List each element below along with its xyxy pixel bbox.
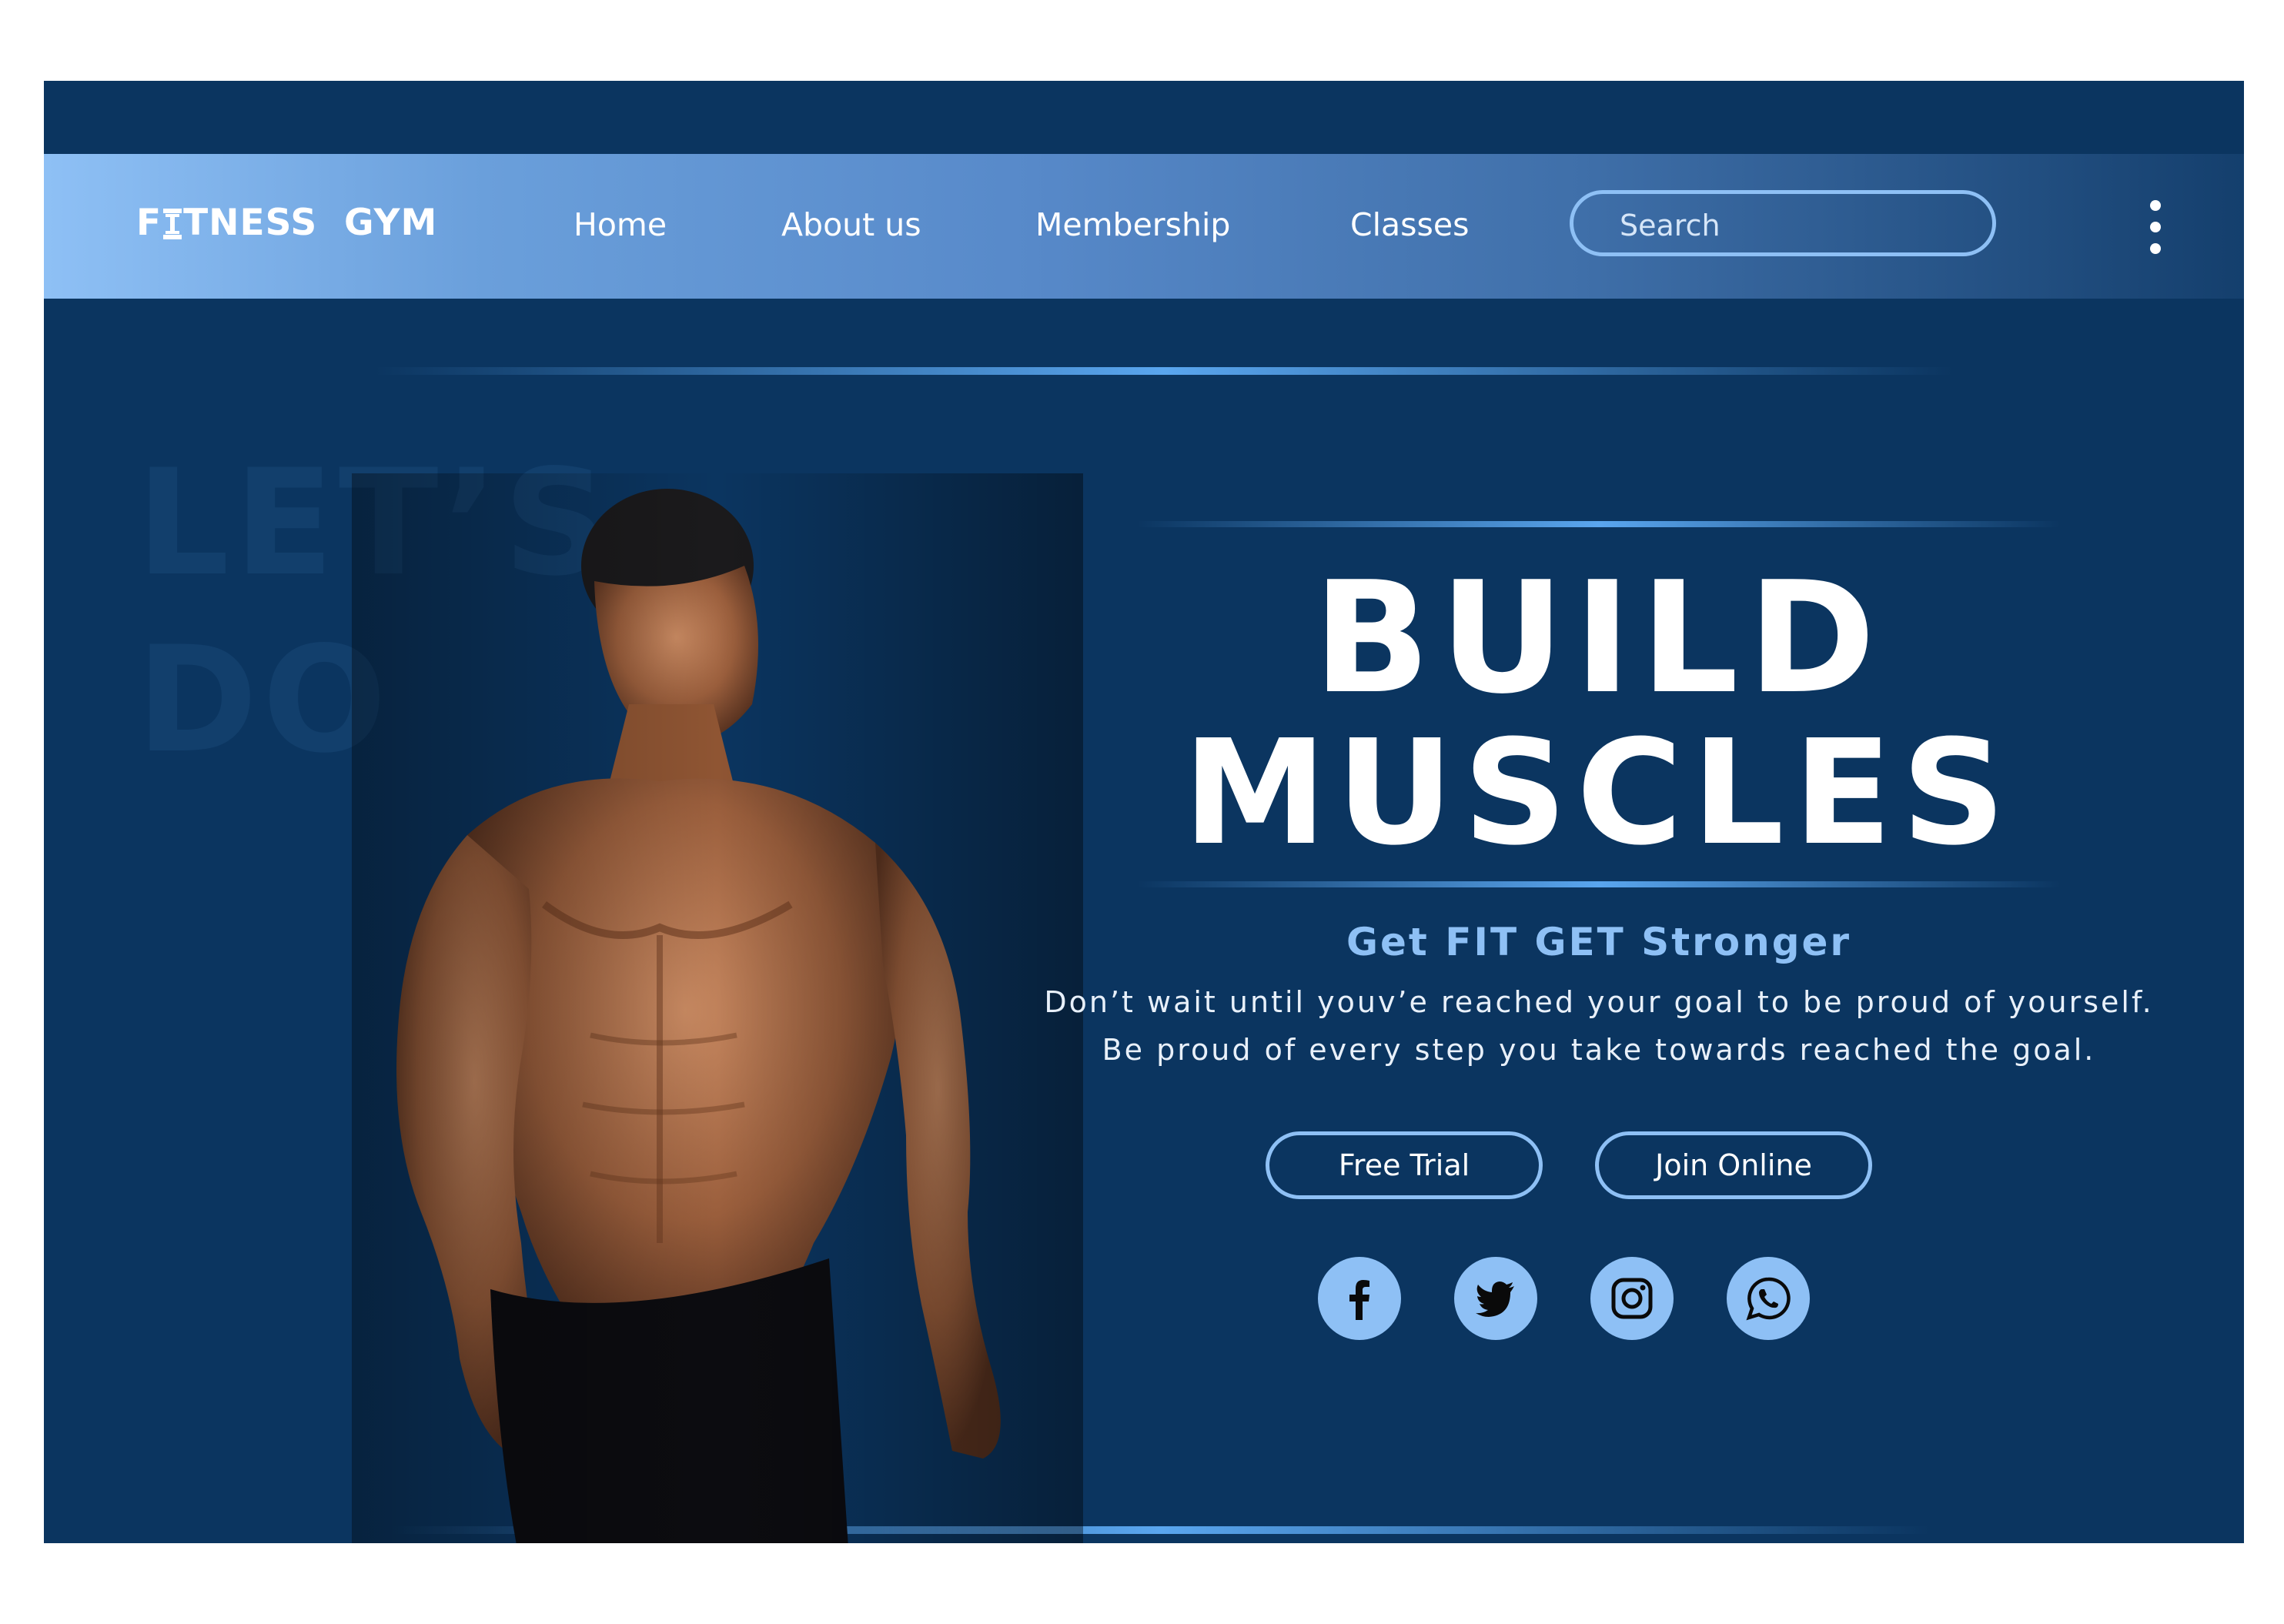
whatsapp-icon[interactable] xyxy=(1727,1257,1810,1340)
headline-line-2: MUSCLES xyxy=(1182,709,2015,877)
free-trial-button[interactable]: Free Trial xyxy=(1266,1131,1543,1199)
join-online-button[interactable]: Join Online xyxy=(1595,1131,1872,1199)
kebab-menu-icon[interactable] xyxy=(2144,200,2167,254)
dumbbell-icon xyxy=(162,206,183,245)
search-input[interactable] xyxy=(1618,208,1975,243)
headline-line-1: BUILD xyxy=(1313,549,1885,728)
nav-link-membership[interactable]: Membership xyxy=(1035,206,1230,243)
landing-page: F TNESS GYM Home About us Membership Cla… xyxy=(44,81,2244,1543)
search-box xyxy=(1570,190,1996,256)
divider-headline-top xyxy=(1137,521,2061,527)
nav-link-home[interactable]: Home xyxy=(574,206,667,243)
twitter-icon[interactable] xyxy=(1454,1257,1537,1340)
instagram-icon[interactable] xyxy=(1590,1257,1674,1340)
nav-link-classes[interactable]: Classes xyxy=(1350,206,1469,243)
description-line-1: Don’t wait until youv’e reached your goa… xyxy=(1044,985,2154,1019)
divider-top xyxy=(375,367,1953,375)
navbar: F TNESS GYM Home About us Membership Cla… xyxy=(44,154,2244,299)
facebook-icon[interactable] xyxy=(1318,1257,1401,1340)
tagline: Get FIT GET Stronger xyxy=(1346,920,1852,964)
divider-headline-bottom xyxy=(1137,881,2061,887)
logo[interactable]: F TNESS GYM xyxy=(136,202,437,244)
nav-link-about[interactable]: About us xyxy=(781,206,921,243)
logo-prefix: F xyxy=(136,202,162,244)
logo-word-2: GYM xyxy=(343,202,438,244)
description-line-2: Be proud of every step you take towards … xyxy=(1102,1033,2096,1067)
logo-word-1: TNESS xyxy=(183,202,318,244)
